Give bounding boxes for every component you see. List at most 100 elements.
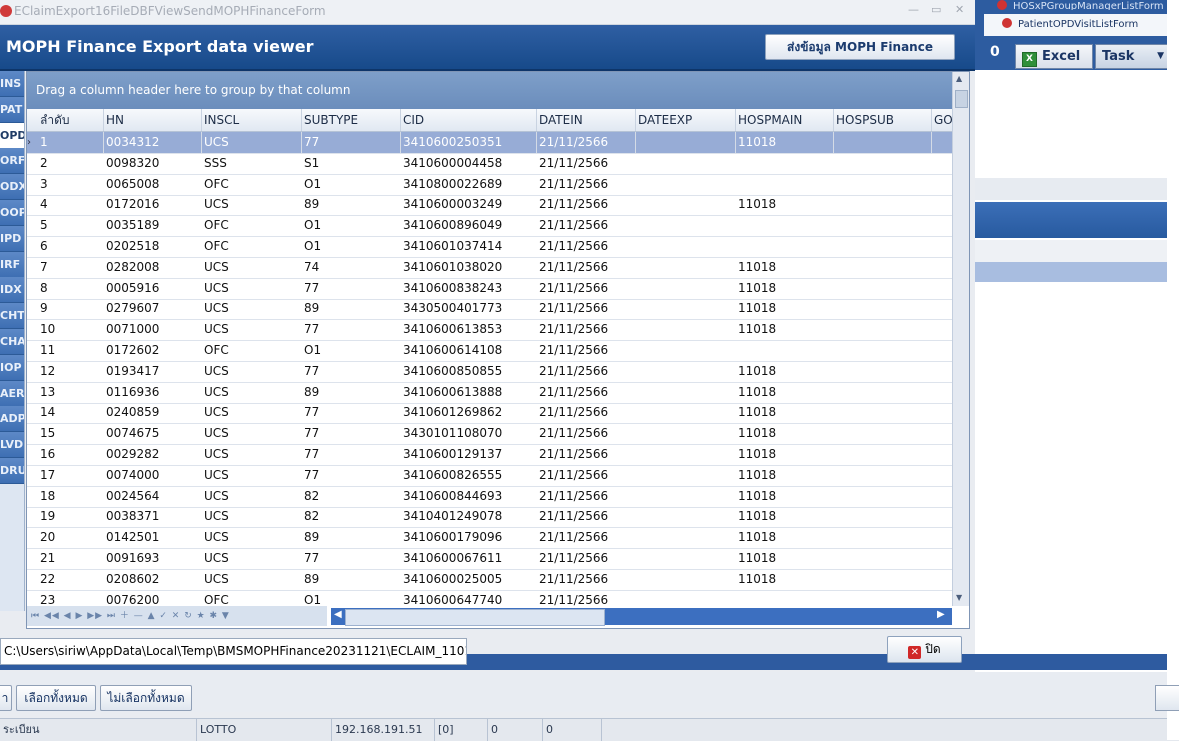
cell-dateexp[interactable] bbox=[635, 298, 735, 319]
cell-hospmain[interactable] bbox=[735, 340, 833, 361]
cell-hn[interactable]: 0202518 bbox=[103, 236, 201, 257]
cell-hospmain[interactable]: 11018 bbox=[735, 194, 833, 215]
cell-inscl[interactable]: UCS bbox=[201, 278, 301, 299]
cell-index[interactable]: 17 bbox=[37, 465, 103, 486]
column-header-inscl[interactable]: INSCL bbox=[201, 109, 302, 131]
cell-hospmain[interactable]: 11018 bbox=[735, 486, 833, 507]
cell-hn[interactable]: 0038371 bbox=[103, 506, 201, 527]
scroll-up-icon[interactable]: ▲ bbox=[956, 74, 962, 83]
cell-hn[interactable]: 0029282 bbox=[103, 444, 201, 465]
cell-cid[interactable]: 3410600025005 bbox=[400, 569, 536, 590]
scroll-down-icon[interactable]: ▼ bbox=[956, 593, 962, 602]
right-panel-selected-row[interactable] bbox=[975, 262, 1167, 282]
cell-datein[interactable]: 21/11/2566 bbox=[536, 174, 635, 195]
cell-index[interactable]: 6 bbox=[37, 236, 103, 257]
cell-inscl[interactable]: OFC bbox=[201, 174, 301, 195]
tab-cht[interactable]: CHT bbox=[0, 303, 24, 330]
cell-hn[interactable]: 0172016 bbox=[103, 194, 201, 215]
cell-hn[interactable]: 0279607 bbox=[103, 298, 201, 319]
cell-subtype[interactable]: 89 bbox=[301, 569, 400, 590]
deselect-all-button[interactable]: ไม่เลือกทั้งหมด bbox=[100, 685, 192, 711]
table-row[interactable]: 11 0172602 OFC O1 3410600614108 21/11/2566 bbox=[27, 340, 952, 362]
cell-index[interactable]: 18 bbox=[37, 486, 103, 507]
table-row[interactable]: 7 0282008 UCS 74 3410601038020 21/11/2566 1101… bbox=[27, 257, 952, 279]
cell-hospsub[interactable] bbox=[833, 382, 931, 403]
cell-index[interactable]: 15 bbox=[37, 423, 103, 444]
cell-hospmain[interactable] bbox=[735, 236, 833, 257]
table-row[interactable]: 21 0091693 UCS 77 3410600067611 21/11/2566 110… bbox=[27, 548, 952, 570]
table-row[interactable]: 22 0208602 UCS 89 3410600025005 21/11/2566 110… bbox=[27, 569, 952, 591]
cell-cid[interactable]: 3410600613888 bbox=[400, 382, 536, 403]
cell-subtype[interactable]: 89 bbox=[301, 382, 400, 403]
cell-subtype[interactable]: 77 bbox=[301, 423, 400, 444]
cell-index[interactable]: 16 bbox=[37, 444, 103, 465]
cell-subtype[interactable]: 77 bbox=[301, 444, 400, 465]
scroll-thumb[interactable] bbox=[955, 90, 968, 108]
cell-dateexp[interactable] bbox=[635, 590, 735, 606]
cell-subtype[interactable]: 77 bbox=[301, 548, 400, 569]
minimize-icon[interactable]: — bbox=[908, 3, 919, 16]
cell-cid[interactable]: 3410600250351 bbox=[400, 132, 537, 153]
tab-orf[interactable]: ORF bbox=[0, 148, 24, 175]
cell-hospsub[interactable] bbox=[833, 340, 931, 361]
cell-inscl[interactable]: UCS bbox=[201, 444, 301, 465]
cell-subtype[interactable]: O1 bbox=[301, 590, 400, 606]
table-row[interactable]: 6 0202518 OFC O1 3410601037414 21/11/2566 bbox=[27, 236, 952, 258]
cell-index[interactable]: 7 bbox=[37, 257, 103, 278]
cell-hospsub[interactable] bbox=[833, 402, 931, 423]
table-row[interactable]: 17 0074000 UCS 77 3410600826555 21/11/2566 110… bbox=[27, 465, 952, 487]
cell-inscl[interactable]: UCS bbox=[201, 194, 301, 215]
cell-hn[interactable]: 0034312 bbox=[103, 132, 202, 153]
cell-hn[interactable]: 0142501 bbox=[103, 527, 201, 548]
cell-hn[interactable]: 0074000 bbox=[103, 465, 201, 486]
cell-hospsub[interactable] bbox=[833, 236, 931, 257]
cell-hospmain[interactable]: 11018 bbox=[735, 319, 833, 340]
cell-index[interactable]: 2 bbox=[37, 153, 103, 174]
tab-idx[interactable]: IDX bbox=[0, 277, 24, 304]
cell-datein[interactable]: 21/11/2566 bbox=[536, 444, 635, 465]
table-row[interactable]: 20 0142501 UCS 89 3410600179096 21/11/2566 110… bbox=[27, 527, 952, 550]
cell-inscl[interactable]: UCS bbox=[201, 402, 301, 423]
cell-datein[interactable]: 21/11/2566 bbox=[536, 340, 635, 361]
cell-dateexp[interactable] bbox=[635, 465, 735, 486]
close-window-icon[interactable]: ✕ bbox=[955, 3, 964, 16]
cell-index[interactable]: 14 bbox=[37, 402, 103, 423]
cell-index[interactable]: 1 bbox=[37, 132, 104, 153]
cell-subtype[interactable]: 89 bbox=[301, 298, 400, 319]
cell-dateexp[interactable] bbox=[635, 194, 735, 215]
tab-irf[interactable]: IRF bbox=[0, 251, 24, 278]
cell-inscl[interactable]: UCS bbox=[201, 465, 301, 486]
cell-hospmain[interactable]: 11018 bbox=[735, 527, 833, 548]
cell-dateexp[interactable] bbox=[635, 132, 736, 153]
table-row[interactable]: 16 0029282 UCS 77 3410600129137 21/11/2566 110… bbox=[27, 444, 952, 466]
cell-hn[interactable]: 0240859 bbox=[103, 402, 201, 423]
cell-index[interactable]: 8 bbox=[37, 278, 103, 299]
cell-dateexp[interactable] bbox=[635, 361, 735, 382]
table-row[interactable]: 14 0240859 UCS 77 3410601269862 21/11/2566 110… bbox=[27, 402, 952, 425]
cell-dateexp[interactable] bbox=[635, 153, 735, 174]
partial-button[interactable]: า bbox=[0, 685, 12, 711]
cell-inscl[interactable]: UCS bbox=[201, 486, 301, 507]
tab-dru[interactable]: DRU bbox=[0, 458, 24, 484]
cell-cid[interactable]: 3430500401773 bbox=[400, 298, 536, 319]
cell-dateexp[interactable] bbox=[635, 486, 735, 507]
cell-subtype[interactable]: O1 bbox=[301, 340, 400, 361]
cell-subtype[interactable]: 82 bbox=[301, 486, 400, 507]
cell-datein[interactable]: 21/11/2566 bbox=[536, 569, 635, 590]
table-row[interactable]: 15 0074675 UCS 77 3430101108070 21/11/2566 110… bbox=[27, 423, 952, 446]
close-button[interactable]: ✕ ปิด bbox=[887, 636, 962, 663]
column-header-index[interactable]: ลำดับ bbox=[37, 109, 104, 131]
cell-dateexp[interactable] bbox=[635, 569, 735, 590]
cell-index[interactable]: 21 bbox=[37, 548, 103, 569]
send-moph-finance-button[interactable]: ส่งข้อมูล MOPH Finance bbox=[765, 34, 955, 60]
cell-hn[interactable]: 0098320 bbox=[103, 153, 201, 174]
tab-cha[interactable]: CHA bbox=[0, 329, 24, 355]
cell-index[interactable]: 11 bbox=[37, 340, 103, 361]
cell-hospmain[interactable] bbox=[735, 153, 833, 174]
maximize-icon[interactable]: ▭ bbox=[931, 3, 941, 16]
excel-button[interactable]: X Excel bbox=[1015, 44, 1093, 69]
cell-dateexp[interactable] bbox=[635, 319, 735, 340]
tab-adp[interactable]: ADP bbox=[0, 406, 24, 433]
cell-cid[interactable]: 3410600614108 bbox=[400, 340, 536, 361]
tab-odx[interactable]: ODX bbox=[0, 174, 24, 201]
